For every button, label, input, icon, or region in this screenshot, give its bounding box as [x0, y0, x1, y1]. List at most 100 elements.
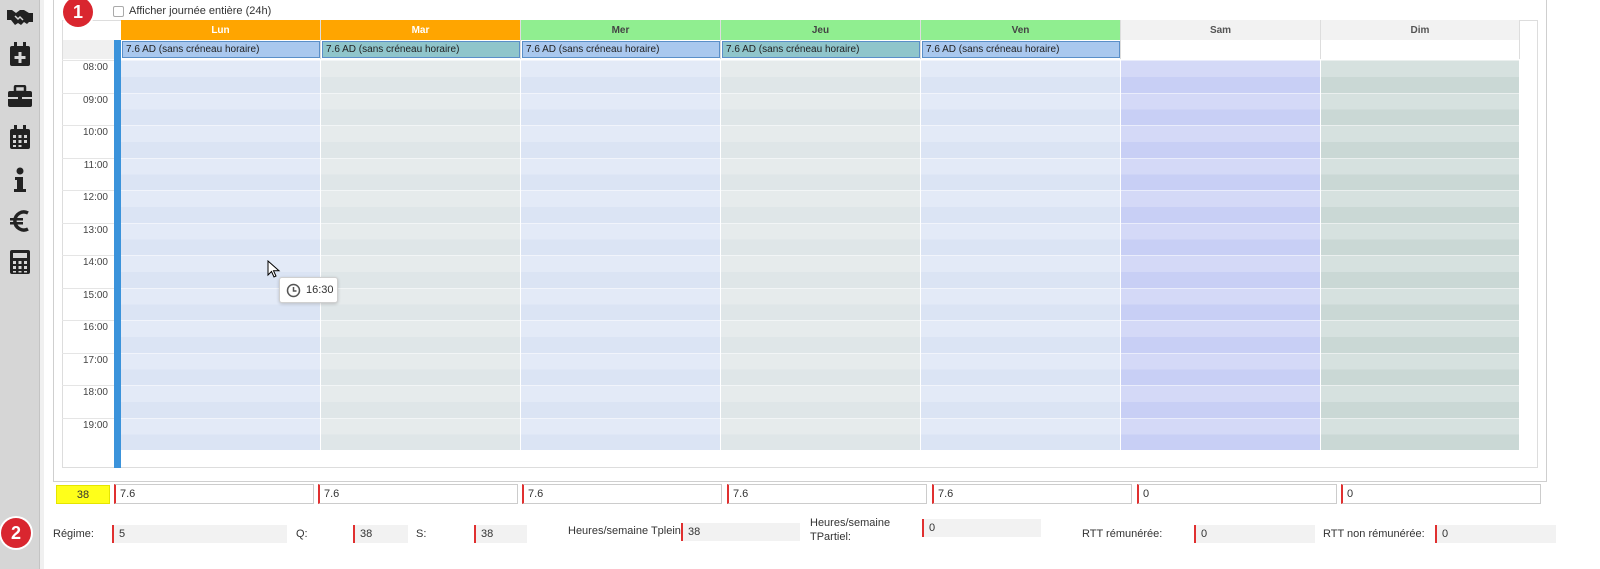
time-slot[interactable] — [521, 255, 720, 288]
time-slot[interactable] — [721, 255, 920, 288]
time-slot[interactable] — [721, 190, 920, 223]
time-slot[interactable] — [721, 287, 920, 320]
time-slot[interactable] — [321, 320, 520, 353]
time-slot[interactable] — [1321, 190, 1519, 223]
calendar-add-icon[interactable] — [4, 39, 36, 71]
time-slot[interactable] — [121, 190, 320, 223]
time-slot[interactable] — [1321, 385, 1519, 418]
time-slot[interactable] — [321, 385, 520, 418]
time-slot[interactable] — [721, 385, 920, 418]
time-slot[interactable] — [721, 125, 920, 158]
time-slot[interactable] — [521, 125, 720, 158]
time-slot[interactable] — [121, 352, 320, 385]
time-slot[interactable] — [121, 157, 320, 190]
time-slot[interactable] — [1321, 92, 1519, 125]
allday-checkbox[interactable] — [113, 5, 124, 17]
time-slot[interactable] — [1121, 385, 1320, 418]
time-slot[interactable] — [521, 60, 720, 93]
day-column-ven[interactable] — [921, 60, 1121, 450]
time-slot[interactable] — [1121, 125, 1320, 158]
time-slot[interactable] — [721, 352, 920, 385]
time-slot[interactable] — [1321, 60, 1519, 93]
time-slot[interactable] — [121, 92, 320, 125]
allday-cell[interactable] — [1321, 40, 1520, 59]
time-slot[interactable] — [921, 255, 1120, 288]
allday-event[interactable]: 7.6 AD (sans créneau horaire) — [722, 41, 920, 58]
calendar-icon[interactable] — [4, 122, 36, 154]
time-slot[interactable] — [521, 352, 720, 385]
day-column-mar[interactable] — [321, 60, 521, 450]
time-slot[interactable] — [1121, 60, 1320, 93]
time-slot[interactable] — [521, 222, 720, 255]
tpartiel-field[interactable]: 0 — [922, 519, 1041, 537]
time-slot[interactable] — [121, 385, 320, 418]
s-field[interactable]: 38 — [474, 525, 527, 543]
time-slot[interactable] — [721, 157, 920, 190]
time-slot[interactable] — [1321, 287, 1519, 320]
time-slot[interactable] — [921, 385, 1120, 418]
time-slot[interactable] — [1321, 222, 1519, 255]
day-total-field-dim[interactable]: 0 — [1341, 484, 1541, 504]
time-slot[interactable] — [521, 92, 720, 125]
time-slot[interactable] — [321, 60, 520, 93]
time-slot[interactable] — [721, 222, 920, 255]
time-slot[interactable] — [921, 190, 1120, 223]
time-slot[interactable] — [1121, 157, 1320, 190]
time-slot[interactable] — [321, 352, 520, 385]
day-total-field-jeu[interactable]: 7.6 — [727, 484, 927, 504]
time-slot[interactable] — [521, 385, 720, 418]
day-total-field-mar[interactable]: 7.6 — [318, 484, 518, 504]
day-column-mer[interactable] — [521, 60, 721, 450]
time-slot[interactable] — [1121, 255, 1320, 288]
time-slot[interactable] — [121, 125, 320, 158]
time-slot[interactable] — [921, 320, 1120, 353]
briefcase-icon[interactable] — [4, 81, 36, 113]
time-slot[interactable] — [1121, 222, 1320, 255]
time-slot[interactable] — [721, 320, 920, 353]
time-slot[interactable] — [121, 320, 320, 353]
q-field[interactable]: 38 — [353, 525, 408, 543]
time-slot[interactable] — [1121, 92, 1320, 125]
time-slot[interactable] — [721, 417, 920, 450]
time-slot[interactable] — [1121, 287, 1320, 320]
time-slot[interactable] — [1321, 125, 1519, 158]
day-total-field-ven[interactable]: 7.6 — [932, 484, 1132, 504]
day-total-field-lun[interactable]: 7.6 — [114, 484, 314, 504]
time-slot[interactable] — [1321, 320, 1519, 353]
allday-event[interactable]: 7.6 AD (sans créneau horaire) — [122, 41, 320, 58]
time-slot[interactable] — [1321, 417, 1519, 450]
time-slot[interactable] — [521, 287, 720, 320]
regime-field[interactable]: 5 — [112, 525, 287, 543]
allday-cell[interactable] — [1121, 40, 1321, 59]
time-slot[interactable] — [121, 417, 320, 450]
time-slot[interactable] — [1321, 352, 1519, 385]
time-slot[interactable] — [521, 320, 720, 353]
allday-toggle[interactable]: Afficher journée entière (24h) — [113, 4, 271, 18]
day-column-jeu[interactable] — [721, 60, 921, 450]
info-icon[interactable] — [4, 164, 36, 196]
day-column-lun[interactable] — [121, 60, 321, 450]
rtt-field[interactable]: 0 — [1194, 525, 1315, 543]
tplein-field[interactable]: 38 — [681, 523, 800, 541]
time-slot[interactable] — [321, 417, 520, 450]
time-slot[interactable] — [521, 157, 720, 190]
time-slot[interactable] — [1321, 157, 1519, 190]
time-slot[interactable] — [921, 287, 1120, 320]
time-slot[interactable] — [321, 190, 520, 223]
time-slot[interactable] — [121, 60, 320, 93]
time-slot[interactable] — [921, 417, 1120, 450]
allday-event[interactable]: 7.6 AD (sans créneau horaire) — [922, 41, 1120, 58]
time-slot[interactable] — [321, 222, 520, 255]
time-slot[interactable] — [921, 157, 1120, 190]
day-column-dim[interactable] — [1321, 60, 1520, 450]
day-total-field-mer[interactable]: 7.6 — [522, 484, 722, 504]
calculator-icon[interactable] — [4, 246, 36, 278]
time-slot[interactable] — [121, 222, 320, 255]
time-slot[interactable] — [321, 287, 520, 320]
time-slot[interactable] — [921, 352, 1120, 385]
time-slot[interactable] — [721, 60, 920, 93]
time-slot[interactable] — [921, 222, 1120, 255]
time-slot[interactable] — [321, 92, 520, 125]
handshake-icon[interactable] — [4, 0, 36, 32]
time-slot[interactable] — [1121, 320, 1320, 353]
